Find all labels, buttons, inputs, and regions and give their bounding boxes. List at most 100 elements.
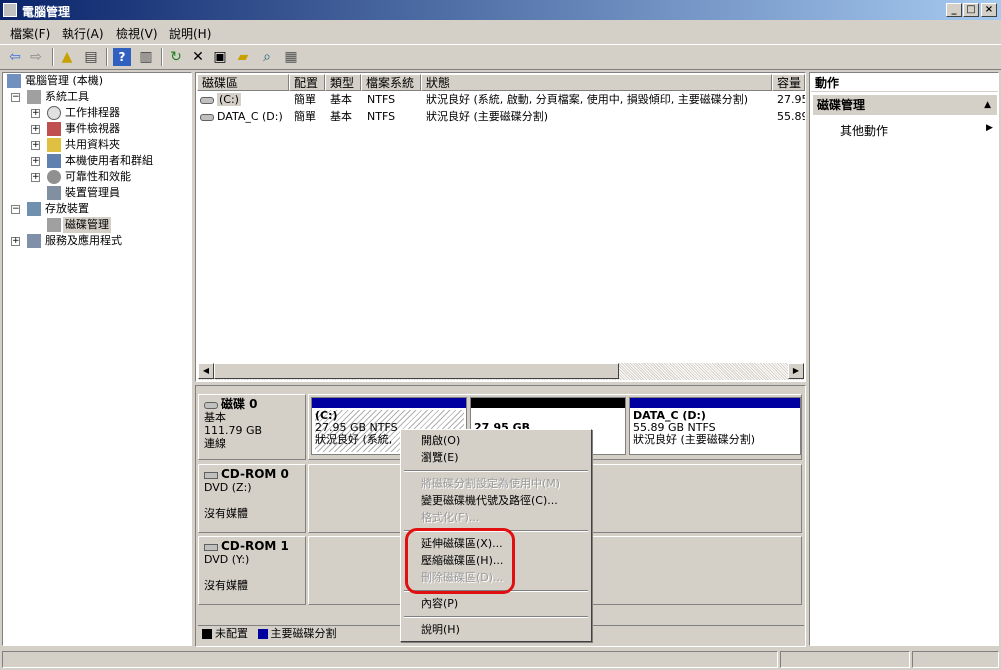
status-pane [2, 651, 778, 668]
disk-name: CD-ROM 0 [221, 467, 289, 481]
scroll-left-icon[interactable]: ◀ [198, 363, 214, 379]
column-header-capacity[interactable]: 容量 [772, 74, 805, 91]
menu-help[interactable]: 說明(H) [169, 25, 211, 42]
menu-action[interactable]: 執行(A) [62, 25, 104, 42]
submenu-arrow-icon: ▶ [986, 123, 993, 133]
tree-item-label: 共用資料夾 [65, 138, 120, 151]
status-pane [912, 651, 999, 668]
column-header-status[interactable]: 狀態 [421, 74, 772, 91]
capacity-cell: 27.95 [777, 93, 805, 106]
volume-name: (C:) [217, 93, 241, 106]
type-cell: 基本 [330, 93, 352, 106]
properties-icon[interactable]: ▣ [211, 48, 229, 66]
highlight-annotation [405, 528, 515, 594]
expand-icon[interactable]: + [31, 173, 40, 182]
disk-icon [204, 401, 218, 409]
tree-item-label: 工作排程器 [65, 106, 120, 119]
help-icon[interactable]: ? [113, 48, 131, 66]
tree-item-label: 服務及應用程式 [45, 234, 122, 247]
scroll-thumb[interactable] [214, 363, 619, 379]
primary-partition-bar [630, 398, 800, 408]
expand-icon[interactable]: + [31, 157, 40, 166]
tree-item-label: 磁碟管理 [63, 217, 111, 233]
scroll-right-icon[interactable]: ▶ [788, 363, 804, 379]
tree-item-label: 系統工具 [45, 90, 89, 103]
primary-partition-bar [312, 398, 466, 408]
collapse-icon[interactable]: − [11, 93, 20, 102]
volume-cell: (C:) [200, 92, 288, 108]
close-button[interactable]: × [981, 3, 997, 17]
column-header-type[interactable]: 類型 [325, 74, 361, 91]
disk0-label[interactable]: 磁碟 0 基本 111.79 GB 連線 [198, 394, 306, 460]
minimize-button[interactable]: _ [946, 3, 962, 17]
open-folder-icon[interactable]: ▰ [234, 48, 252, 66]
menu-item-properties[interactable]: 內容(P) [421, 596, 458, 612]
show-hide-action-pane-icon[interactable]: ▥ [137, 48, 155, 66]
users-icon [47, 154, 61, 168]
volume-name: DATA_C (D:) [217, 110, 283, 123]
cdrom1-label[interactable]: CD-ROM 1 DVD (Y:) 沒有媒體 [198, 536, 306, 605]
cdrom-icon [204, 471, 218, 479]
window-title: 電腦管理 [22, 5, 71, 19]
table-row[interactable]: (C:) 簡單 基本 NTFS 狀況良好 (系統, 啟動, 分頁檔案, 使用中,… [197, 92, 805, 108]
table-row[interactable]: DATA_C (D:) 簡單 基本 NTFS 狀況良好 (主要磁碟分割) 55.… [197, 109, 805, 125]
forward-icon[interactable]: ⇨ [27, 48, 45, 66]
status-bar [0, 649, 1001, 670]
back-icon[interactable]: ⇦ [6, 48, 24, 66]
menu-bar: 檔案(F) 執行(A) 檢視(V) 說明(H) [0, 21, 1001, 43]
menu-item-change-drive-letter[interactable]: 變更磁碟機代號及路徑(C)... [421, 493, 558, 509]
search-icon[interactable]: ⌕ [258, 48, 276, 66]
toolbar-separator [106, 48, 108, 66]
up-folder-icon[interactable]: ▲ [58, 48, 76, 66]
unallocated-swatch [202, 629, 212, 639]
menu-item-mark-active: 將磁碟分割設定為使用中(M) [421, 477, 561, 490]
tools-icon [27, 90, 41, 104]
expand-icon[interactable]: + [31, 109, 40, 118]
show-hide-tree-icon[interactable]: ▤ [82, 48, 100, 66]
legend-unallocated: 未配置 [215, 627, 248, 640]
menu-item-explore[interactable]: 瀏覽(E) [421, 450, 459, 466]
tree-item-label: 電腦管理 (本機) [25, 74, 104, 87]
menu-separator [404, 470, 588, 472]
menu-item-help[interactable]: 說明(H) [421, 622, 460, 638]
expand-icon[interactable]: + [31, 125, 40, 134]
disk-state: 連線 [204, 437, 226, 450]
collapse-icon[interactable]: − [11, 205, 20, 214]
legend-primary: 主要磁碟分割 [270, 627, 337, 640]
maximize-button[interactable]: □ [963, 3, 979, 17]
disk-name: 磁碟 0 [221, 397, 258, 411]
actions-section-disk-management[interactable]: 磁碟管理 ▲ [813, 95, 997, 115]
column-header-filesystem[interactable]: 檔案系統 [361, 74, 421, 91]
horizontal-scrollbar[interactable]: ◀ ▶ [198, 363, 804, 380]
expand-icon[interactable]: + [31, 141, 40, 150]
column-header-volume[interactable]: 磁碟區 [197, 74, 289, 91]
disk-icon [200, 113, 214, 121]
refresh-icon[interactable]: ↻ [167, 48, 185, 66]
disk-management-icon [47, 218, 61, 232]
cdrom0-label[interactable]: CD-ROM 0 DVD (Z:) 沒有媒體 [198, 464, 306, 533]
menu-item-open[interactable]: 開啟(O) [421, 433, 460, 449]
menu-file[interactable]: 檔案(F) [10, 25, 50, 42]
volume-list: 磁碟區 配置 類型 檔案系統 狀態 容量 (C:) 簡單 基本 NTFS 狀況良… [195, 72, 806, 382]
tree-item-label: 存放裝置 [45, 202, 89, 215]
disk-icon [200, 96, 214, 104]
navigation-tree: 電腦管理 (本機) − 系統工具 + 工作排程器 + 事件檢視器 + 共用資料夾… [2, 72, 192, 646]
disk-settings-icon[interactable]: ▦ [282, 48, 300, 66]
delete-icon[interactable]: ✕ [189, 48, 207, 66]
expand-icon[interactable]: + [11, 237, 20, 246]
menu-view[interactable]: 檢視(V) [116, 25, 158, 42]
device-manager-icon [47, 186, 61, 200]
status-cell: 狀況良好 (主要磁碟分割) [426, 110, 549, 123]
column-header-layout[interactable]: 配置 [289, 74, 325, 91]
more-actions[interactable]: 其他動作 [840, 122, 888, 139]
title-bar: 電腦管理 _ □ × [0, 0, 1001, 20]
event-viewer-icon [47, 122, 61, 136]
tree-item-label: 事件檢視器 [65, 122, 120, 135]
performance-icon [47, 170, 61, 184]
menu-item-format: 格式化(F)... [421, 511, 480, 524]
disk-drive: DVD (Y:) [204, 553, 250, 566]
partition-d[interactable]: DATA_C (D:) 55.89 GB NTFS 狀況良好 (主要磁碟分割) [629, 397, 801, 455]
disk-name: CD-ROM 1 [221, 539, 289, 553]
collapse-arrow-icon[interactable]: ▲ [984, 95, 991, 115]
toolbar-separator [52, 48, 54, 66]
